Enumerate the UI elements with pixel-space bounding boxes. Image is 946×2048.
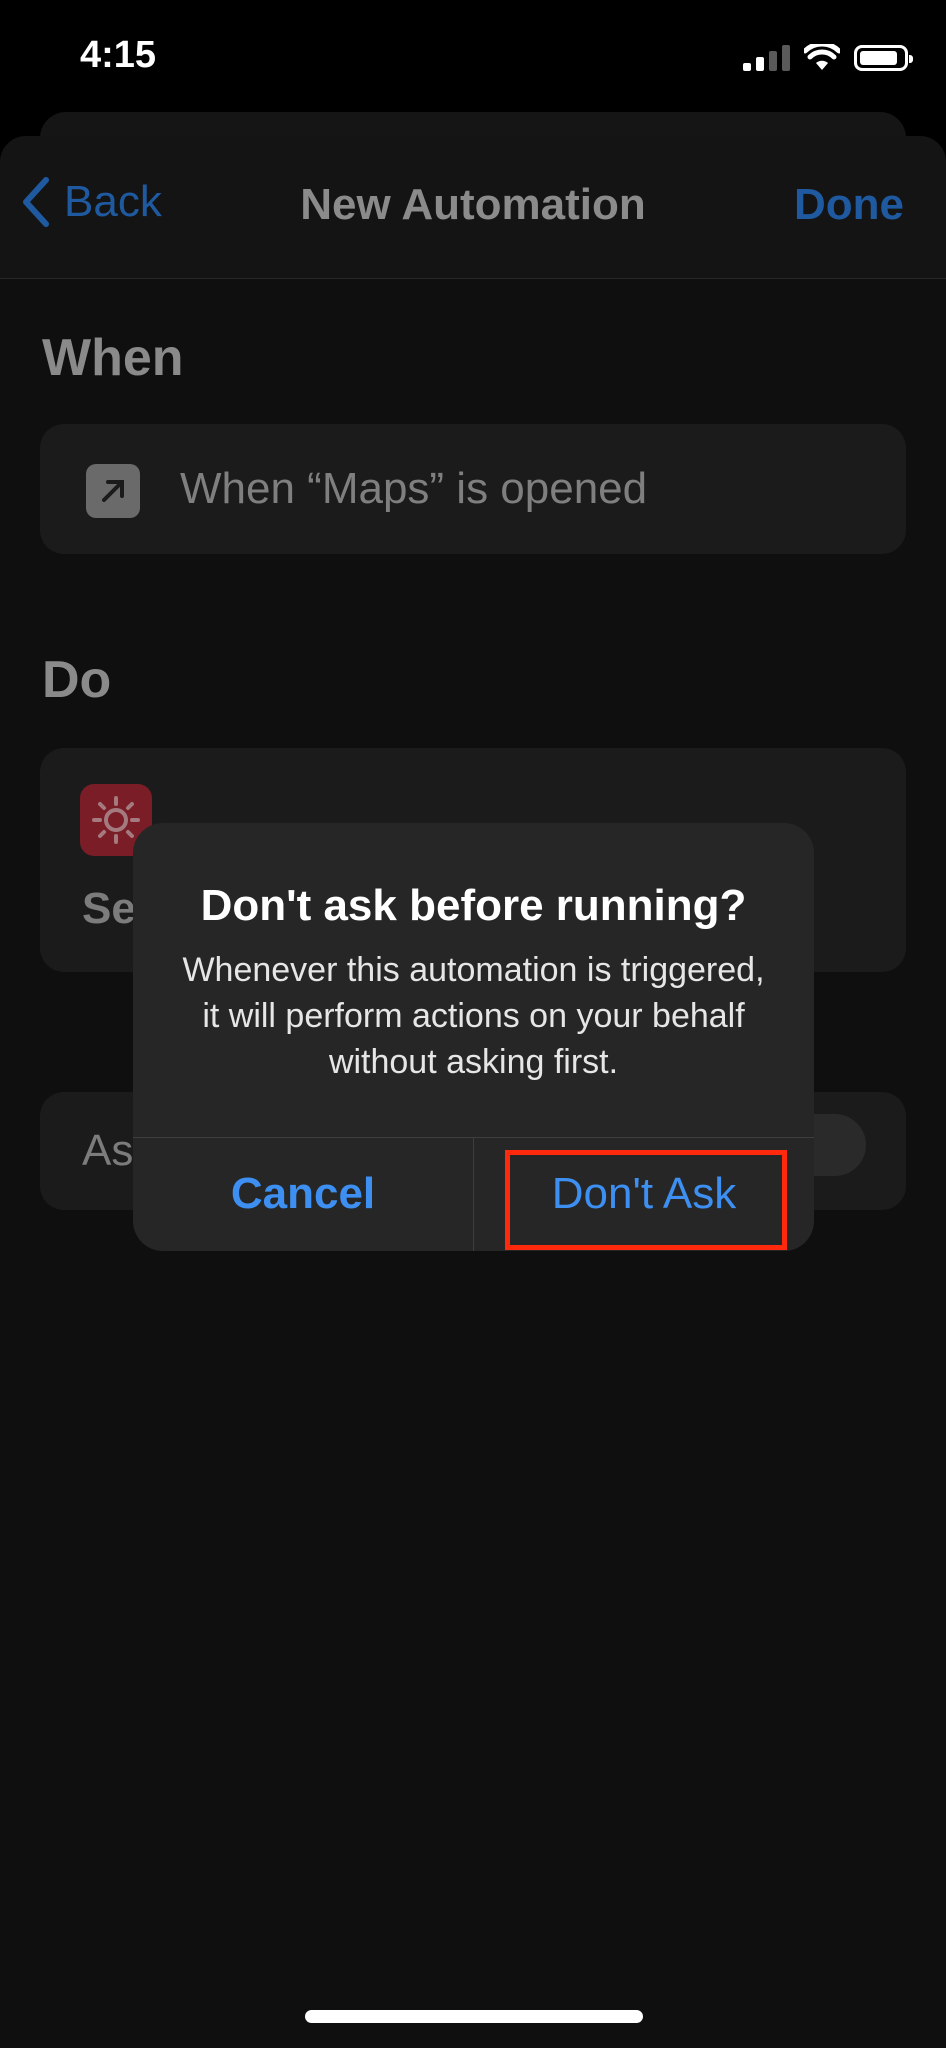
navigation-bar: Back New Automation Done: [0, 136, 946, 279]
battery-icon: [854, 45, 913, 71]
when-heading: When: [42, 329, 184, 387]
cellular-signal-icon: [743, 45, 790, 71]
action-label: Se: [82, 884, 136, 933]
dialog-message: Whenever this automation is triggered, i…: [182, 951, 765, 1081]
trigger-card[interactable]: When “Maps” is opened: [40, 424, 906, 554]
do-heading: Do: [42, 651, 112, 709]
dont-ask-button[interactable]: Don't Ask: [474, 1137, 814, 1251]
cancel-button[interactable]: Cancel: [133, 1137, 473, 1251]
status-bar: 4:15: [0, 0, 946, 110]
done-button[interactable]: Done: [794, 180, 904, 230]
confirmation-dialog: Don't ask before running? Whenever this …: [133, 823, 814, 1251]
open-app-icon: [86, 464, 140, 518]
home-indicator[interactable]: [305, 2010, 643, 2023]
status-time: 4:15: [80, 34, 157, 76]
ask-label: As: [82, 1126, 134, 1175]
status-icons: [743, 44, 913, 72]
wifi-icon: [804, 44, 840, 70]
trigger-text: When “Maps” is opened: [180, 464, 648, 513]
dialog-title: Don't ask before running?: [200, 881, 747, 930]
